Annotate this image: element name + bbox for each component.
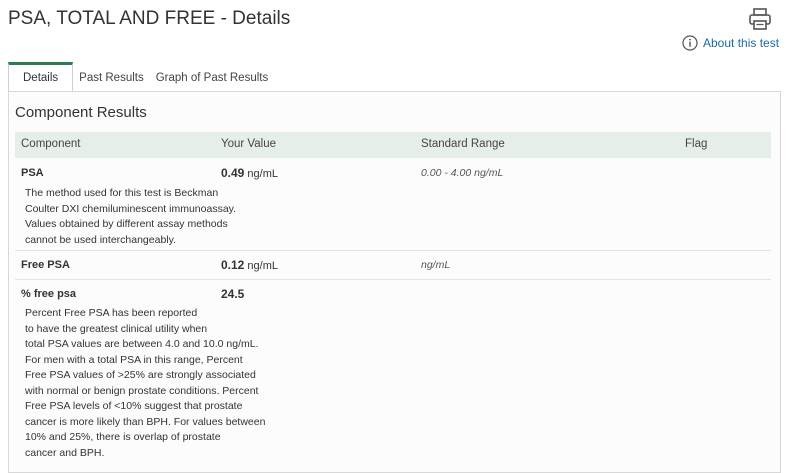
column-header-component: Component <box>21 138 81 150</box>
details-panel: Component Results Component Your Value S… <box>8 91 781 473</box>
page-title: PSA, TOTAL AND FREE - Details <box>8 8 291 29</box>
component-name: % free psa <box>21 288 77 300</box>
info-icon <box>682 35 698 51</box>
table-row: % free psa 24.5 Percent Free PSA has bee… <box>15 279 771 470</box>
column-header-your-value: Your Value <box>221 138 276 150</box>
component-name: Free PSA <box>21 259 70 271</box>
section-title: Component Results <box>15 104 147 121</box>
component-name: PSA <box>21 167 44 179</box>
value-unit: ng/mL <box>247 260 278 272</box>
print-icon[interactable] <box>748 8 772 30</box>
about-this-test-link[interactable]: About this test <box>682 35 779 51</box>
tab-bar: Details Past Results Graph of Past Resul… <box>8 61 275 92</box>
component-value: 24.5 <box>221 287 244 301</box>
standard-range: ng/mL <box>421 259 451 271</box>
standard-range: 0.00 - 4.00 ng/mL <box>421 167 504 179</box>
value-number: 0.12 <box>221 258 245 272</box>
component-note: Percent Free PSA has been reported to ha… <box>25 307 266 459</box>
component-note: The method used for this test is Beckman… <box>25 187 237 246</box>
value-number: 0.49 <box>221 166 245 180</box>
column-header-flag: Flag <box>685 138 708 150</box>
results-table-header: Component Your Value Standard Range Flag <box>15 132 771 158</box>
component-value: 0.49 ng/mL <box>221 166 278 180</box>
table-row: Free PSA 0.12 ng/mL ng/mL <box>15 250 771 279</box>
tab-details[interactable]: Details <box>8 62 74 92</box>
table-row: PSA 0.49 ng/mL 0.00 - 4.00 ng/mL The met… <box>15 158 771 250</box>
tab-graph-of-past-results[interactable]: Graph of Past Results <box>150 63 275 91</box>
value-number: 24.5 <box>221 287 245 301</box>
about-this-test-label: About this test <box>703 36 780 50</box>
component-value: 0.12 ng/mL <box>221 258 278 272</box>
value-unit: ng/mL <box>247 168 278 180</box>
column-header-standard-range: Standard Range <box>421 138 505 150</box>
tab-past-results[interactable]: Past Results <box>73 63 150 91</box>
